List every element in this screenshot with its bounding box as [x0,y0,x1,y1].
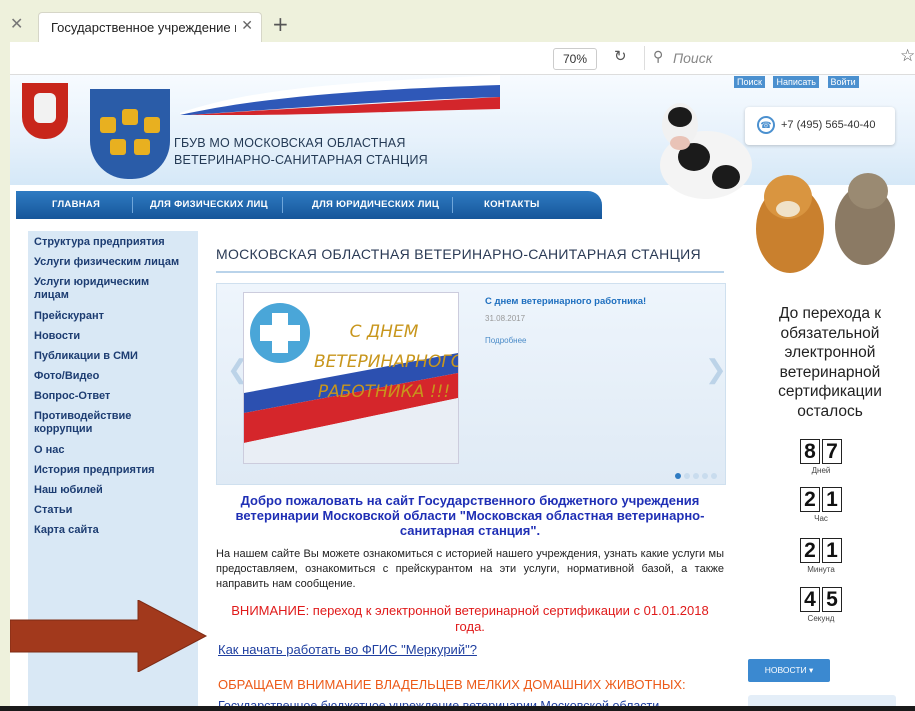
tab-title: Государственное учреждение в [51,20,236,35]
sidebar-item-history[interactable]: История предприятия [34,464,194,477]
countdown-days-label: Дней [811,466,831,475]
countdown-digit: 2 [800,487,820,512]
main-nav: ГЛАВНАЯ ДЛЯ ФИЗИЧЕСКИХ ЛИЦ ДЛЯ ЮРИДИЧЕСК… [16,191,602,219]
countdown-hours: 21 Час [798,487,844,523]
browser-toolbar: 70% ↻ ⚲ Поиск ☆ [10,42,915,75]
sidebar-item-photo-video[interactable]: Фото/Видео [34,370,194,383]
slider-dot[interactable] [675,473,681,479]
slide-image[interactable]: С ДНЕМ ВЕТЕРИНАРНОГО РАБОТНИКА !!! [243,292,459,464]
sidebar-item-price-list[interactable]: Прейскурант [34,310,194,323]
phone-icon: ☎ [757,116,775,134]
slider-next-icon[interactable]: ❯ [705,354,727,385]
slider-dot[interactable] [693,473,699,479]
countdown-title: До перехода к обязательной электронной в… [778,305,882,420]
slide-headline[interactable]: С днем ветеринарного работника! [485,296,646,307]
tab-close-icon[interactable]: ✕ [241,18,253,34]
sidebar-item-media[interactable]: Публикации в СМИ [34,350,194,363]
countdown-seconds-value: 45 [798,587,844,612]
annotation-arrow-icon [10,600,208,672]
countdown-seconds: 45 Секунд [798,587,844,623]
countdown-seconds-label: Секунд [807,614,835,623]
welcome-heading: Добро пожаловать на сайт Государственног… [235,493,705,538]
top-link-search[interactable]: Поиск [734,76,765,88]
countdown-digit: 7 [822,439,842,464]
slider-dot[interactable] [702,473,708,479]
countdown-digit: 4 [800,587,820,612]
reload-icon[interactable]: ↻ [614,47,627,65]
sidebar-item-anti-corruption[interactable]: Противодействие коррупции [34,410,154,436]
mercury-link[interactable]: Как начать работать во ФГИС "Меркурий"? [218,642,477,657]
nav-legal-entities[interactable]: ДЛЯ ЮРИДИЧЕСКИХ ЛИЦ [312,199,439,210]
flag-banner [180,75,500,115]
sidebar-item-news[interactable]: Новости [34,330,194,343]
browser-search-input[interactable]: ⚲ Поиск [644,46,887,70]
slide-more-link[interactable]: Подробнее [485,336,527,345]
slider-dots [675,466,720,484]
browser-tab[interactable]: Государственное учреждение в ✕ [38,12,262,43]
bookmark-star-icon[interactable]: ☆ [900,46,915,66]
moscow-region-coat-of-arms [22,83,68,139]
slider-dot[interactable] [711,473,717,479]
phone-box: ☎ +7 (495) 565-40-40 [745,107,895,145]
organization-name: ГБУВ МО МОСКОВСКАЯ ОБЛАСТНАЯ ВЕТЕРИНАРНО… [174,136,428,167]
sidebar-item-articles[interactable]: Статьи [34,504,194,517]
tab-bar: ✕ Государственное учреждение в ✕ + [0,0,915,43]
site-header: ГБУВ МО МОСКОВСКАЯ ОБЛАСТНАЯ ВЕТЕРИНАРНО… [10,75,915,273]
attention-heading: ОБРАЩАЕМ ВНИМАНИЕ ВЛАДЕЛЬЦЕВ МЕЛКИХ ДОМА… [218,677,686,692]
nav-home[interactable]: ГЛАВНАЯ [52,199,100,210]
top-links: Поиск Написать Войти [728,76,859,88]
search-icon: ⚲ [653,49,664,65]
slider-dot[interactable] [684,473,690,479]
slide-image-text: С ДНЕМ ВЕТЕРИНАРНОГО РАБОТНИКА !!! [314,322,459,402]
countdown-digit: 1 [822,487,842,512]
countdown-digit: 1 [822,538,842,563]
slide-date: 31.08.2017 [485,314,526,323]
window-bottom-edge [0,706,915,711]
close-icon[interactable]: ✕ [10,14,23,33]
sidebar-item-sitemap[interactable]: Карта сайта [34,524,194,537]
countdown-minutes-label: Минута [807,565,835,574]
sidebar-item-individual-services[interactable]: Услуги физическим лицам [34,256,194,269]
title-divider [216,271,724,273]
news-slider: ❮ С ДНЕМ ВЕТЕРИНАРНОГО РАБОТНИКА !!! С д… [216,283,727,485]
phone-number[interactable]: +7 (495) 565-40-40 [781,119,875,131]
sidebar-item-faq[interactable]: Вопрос-Ответ [34,390,194,403]
top-link-write[interactable]: Написать [773,76,819,88]
dog-and-cat-image [756,173,895,273]
new-tab-icon[interactable]: + [272,12,289,36]
nav-individuals[interactable]: ДЛЯ ФИЗИЧЕСКИХ ЛИЦ [150,199,268,210]
sidebar-item-jubilee[interactable]: Наш юбилей [34,484,194,497]
nav-contacts[interactable]: КОНТАКТЫ [484,199,540,210]
warning-text: ВНИМАНИЕ: переход к электронной ветерина… [231,603,709,634]
countdown-digit: 5 [822,587,842,612]
organization-emblem [90,89,170,179]
countdown-digit: 8 [800,439,820,464]
top-link-login[interactable]: Войти [827,76,859,88]
zoom-indicator[interactable]: 70% [553,48,597,70]
sidebar-item-structure[interactable]: Структура предприятия [34,236,194,249]
sidebar-item-about[interactable]: О нас [34,444,194,457]
countdown-days: 87 Дней [798,439,844,475]
search-placeholder: Поиск [673,50,713,66]
countdown-digit: 2 [800,538,820,563]
sidebar-item-legal-services[interactable]: Услуги юридическим лицам [34,276,164,302]
countdown-hours-label: Час [814,514,828,523]
news-dropdown-button[interactable]: НОВОСТИ ▾ [748,659,830,682]
countdown-days-value: 87 [798,439,844,464]
intro-text: На нашем сайте Вы можете ознакомиться с … [216,548,724,590]
page-title: МОСКОВСКАЯ ОБЛАСТНАЯ ВЕТЕРИНАРНО-САНИТАР… [216,246,701,262]
countdown-minutes: 21 Минута [798,538,844,574]
countdown-minutes-value: 21 [798,538,844,563]
countdown-hours-value: 21 [798,487,844,512]
